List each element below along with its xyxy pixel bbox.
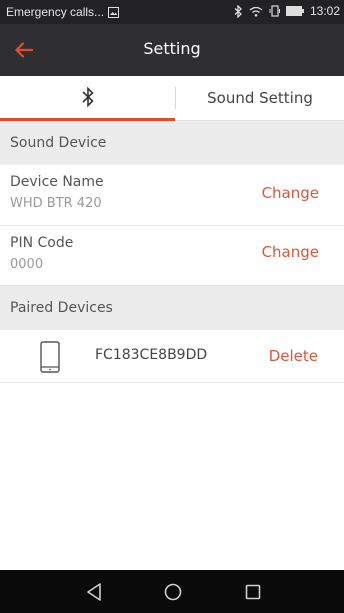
section-header-sound-device: Sound Device [0,121,344,165]
phone-icon [40,341,60,373]
wifi-icon [249,6,263,17]
pin-code-label: PIN Code [10,235,74,251]
recents-square-icon [245,584,261,600]
paired-device-item: FC183CE8B9DD Delete [0,330,344,383]
device-name-value: WHD BTR 420 [10,196,102,211]
section-header-label: Paired Devices [10,300,113,316]
status-time: 13:02 [309,4,340,18]
status-carrier-text: Emergency calls... [6,5,105,19]
device-name-row: Device Name WHD BTR 420 Change [0,165,344,226]
status-bar: Emergency calls... 13:02 [0,0,344,24]
nav-back-button[interactable] [83,580,107,604]
section-header-label: Sound Device [10,135,107,151]
change-pin-code-button[interactable]: Change [262,243,319,261]
nav-recents-button[interactable] [241,580,265,604]
section-header-paired-devices: Paired Devices [0,286,344,330]
tab-sound-setting[interactable]: Sound Setting [176,76,344,120]
pin-code-value: 0000 [10,257,44,272]
tab-bluetooth[interactable] [0,76,175,121]
status-right: 13:02 [234,4,340,18]
bluetooth-icon [234,4,243,18]
home-circle-icon [164,583,182,601]
bluetooth-icon [82,86,94,108]
back-triangle-icon [87,583,101,601]
tab-bar: Sound Setting [0,76,344,121]
pin-code-row: PIN Code 0000 Change [0,226,344,286]
device-name-label: Device Name [10,174,104,190]
image-icon [108,6,120,18]
page-title: Setting [143,39,201,58]
change-device-name-button[interactable]: Change [262,184,319,202]
paired-device-name: FC183CE8B9DD [95,347,208,363]
battery-icon [285,6,304,16]
status-left: Emergency calls... [6,5,120,19]
vibrate-icon [269,5,280,17]
tab-sound-setting-label: Sound Setting [207,89,313,107]
app-bar: Setting [0,24,344,76]
system-nav-bar [0,570,344,613]
nav-home-button[interactable] [161,580,185,604]
delete-device-button[interactable]: Delete [269,347,318,365]
